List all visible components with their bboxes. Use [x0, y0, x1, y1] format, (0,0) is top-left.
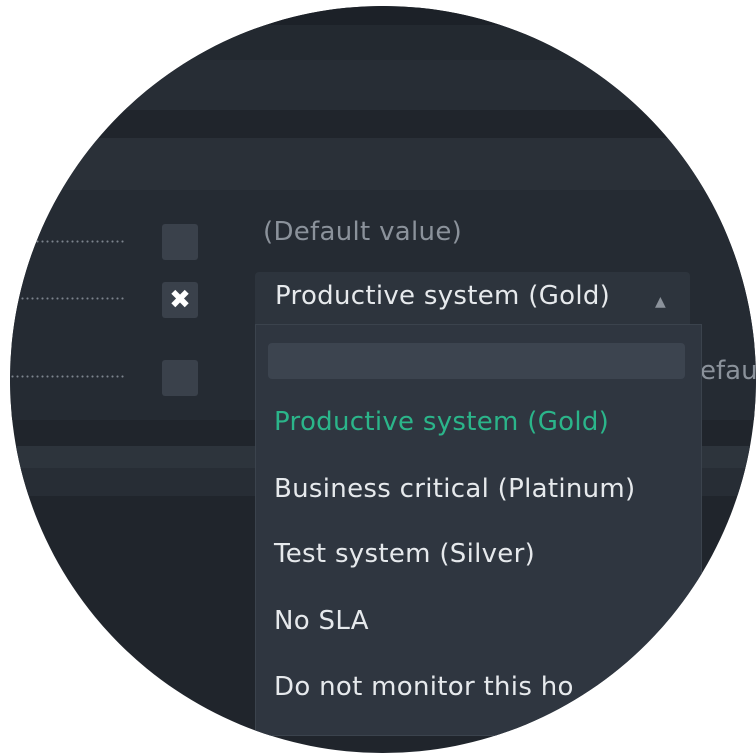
sla-select[interactable]: Productive system (Gold) ▲	[255, 272, 690, 324]
row-3-dot-leader	[10, 375, 125, 378]
zoom-lens: (Default value) ✖ efau Productive system…	[10, 6, 756, 753]
dropdown-option-platinum[interactable]: Business critical (Platinum)	[274, 474, 635, 504]
row-1-dot-leader	[10, 240, 125, 243]
dropdown-option-silver[interactable]: Test system (Silver)	[274, 539, 535, 569]
header-band-3	[10, 60, 756, 110]
dropdown-option-do-not-monitor[interactable]: Do not monitor this ho	[274, 672, 574, 702]
dropdown-search-input[interactable]	[268, 343, 685, 379]
checkmark-x-icon: ✖	[169, 285, 191, 315]
dropdown-option-no-sla[interactable]: No SLA	[274, 606, 369, 636]
row-2-checkbox[interactable]: ✖	[162, 282, 198, 318]
chevron-up-icon: ▲	[655, 294, 666, 310]
header-band-1	[10, 6, 756, 25]
dropdown-option-gold[interactable]: Productive system (Gold)	[274, 407, 609, 437]
sla-dropdown: Productive system (Gold) Business critic…	[255, 324, 702, 736]
row-2-dot-leader	[10, 297, 125, 300]
header-band-4	[10, 110, 756, 138]
header-band-5	[10, 138, 756, 190]
form-area: (Default value) ✖ efau Productive system…	[10, 6, 756, 753]
row-3-default-value-partial: efau	[700, 356, 756, 386]
row-1-default-value: (Default value)	[263, 217, 463, 247]
row-1-checkbox[interactable]	[162, 224, 198, 260]
header-band-2	[10, 25, 756, 60]
sla-select-value: Productive system (Gold)	[275, 281, 611, 311]
row-3-checkbox[interactable]	[162, 360, 198, 396]
